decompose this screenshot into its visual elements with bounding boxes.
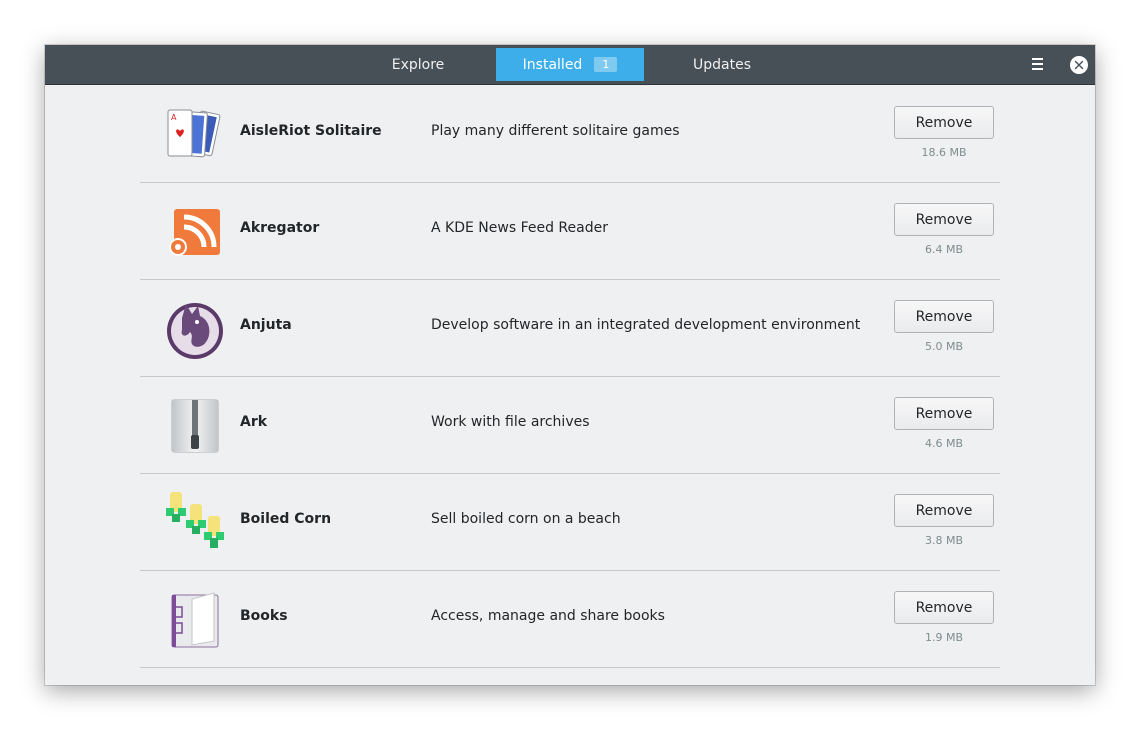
app-name: Boiled Corn: [240, 511, 332, 527]
cards-icon: A: [164, 104, 226, 166]
tab-installed[interactable]: Installed 1: [496, 48, 644, 81]
tab-explore-label: Explore: [391, 56, 445, 73]
app-size: 3.8 MB: [924, 534, 964, 547]
app-description: Sell boiled corn on a beach: [431, 511, 621, 527]
list-item: Books Access, manage and share books Rem…: [140, 570, 1000, 668]
installed-apps-list: A AisleRiot Solitaire Play many differen…: [45, 85, 1095, 685]
app-description: A KDE News Feed Reader: [431, 220, 608, 236]
app-size: 6.4 MB: [924, 243, 964, 256]
app-name: Ark: [240, 414, 268, 430]
list-item: Akregator A KDE News Feed Reader Remove …: [140, 182, 1000, 280]
tab-updates-label: Updates: [693, 56, 751, 73]
app-description: Play many different solitaire games: [431, 123, 680, 139]
remove-button[interactable]: Remove: [894, 106, 994, 139]
app-name: Anjuta: [240, 317, 292, 333]
remove-button[interactable]: Remove: [894, 203, 994, 236]
app-description: Access, manage and share books: [431, 608, 665, 624]
remove-button[interactable]: Remove: [894, 300, 994, 333]
software-center-window: Explore Installed 1 Updates A AisleRiot …: [45, 45, 1095, 685]
app-size: 4.6 MB: [924, 437, 964, 450]
app-size: 5.0 MB: [924, 340, 964, 353]
hamburger-icon[interactable]: [1030, 56, 1046, 72]
header-bar: Explore Installed 1 Updates: [45, 45, 1095, 85]
list-item: Anjuta Develop software in an integrated…: [140, 279, 1000, 377]
list-item: Boiled Corn Sell boiled corn on a beach …: [140, 473, 1000, 571]
book-icon: [164, 589, 226, 651]
app-name: Akregator: [240, 220, 320, 236]
app-size: 1.9 MB: [924, 631, 964, 644]
remove-button[interactable]: Remove: [894, 397, 994, 430]
tab-updates[interactable]: Updates: [649, 48, 795, 81]
close-icon[interactable]: [1070, 56, 1088, 74]
horse-icon: [164, 298, 226, 360]
installed-count-badge: 1: [594, 57, 618, 72]
tab-explore[interactable]: Explore: [345, 48, 491, 81]
app-size: 18.6 MB: [921, 146, 967, 159]
app-name: Books: [240, 608, 288, 624]
app-name: AisleRiot Solitaire: [240, 123, 382, 139]
svg-text:A: A: [171, 113, 177, 122]
app-description: Work with file archives: [431, 414, 590, 430]
list-item: Ark Work with file archives Remove 4.6 M…: [140, 376, 1000, 474]
tab-installed-label: Installed: [522, 56, 583, 73]
app-description: Develop software in an integrated develo…: [431, 317, 861, 333]
list-item: A AisleRiot Solitaire Play many differen…: [140, 85, 1000, 183]
remove-button[interactable]: Remove: [894, 494, 994, 527]
zip-archive-icon: [164, 395, 226, 457]
remove-button[interactable]: Remove: [894, 591, 994, 624]
rss-icon: [164, 201, 226, 263]
corn-icon: [164, 492, 226, 554]
